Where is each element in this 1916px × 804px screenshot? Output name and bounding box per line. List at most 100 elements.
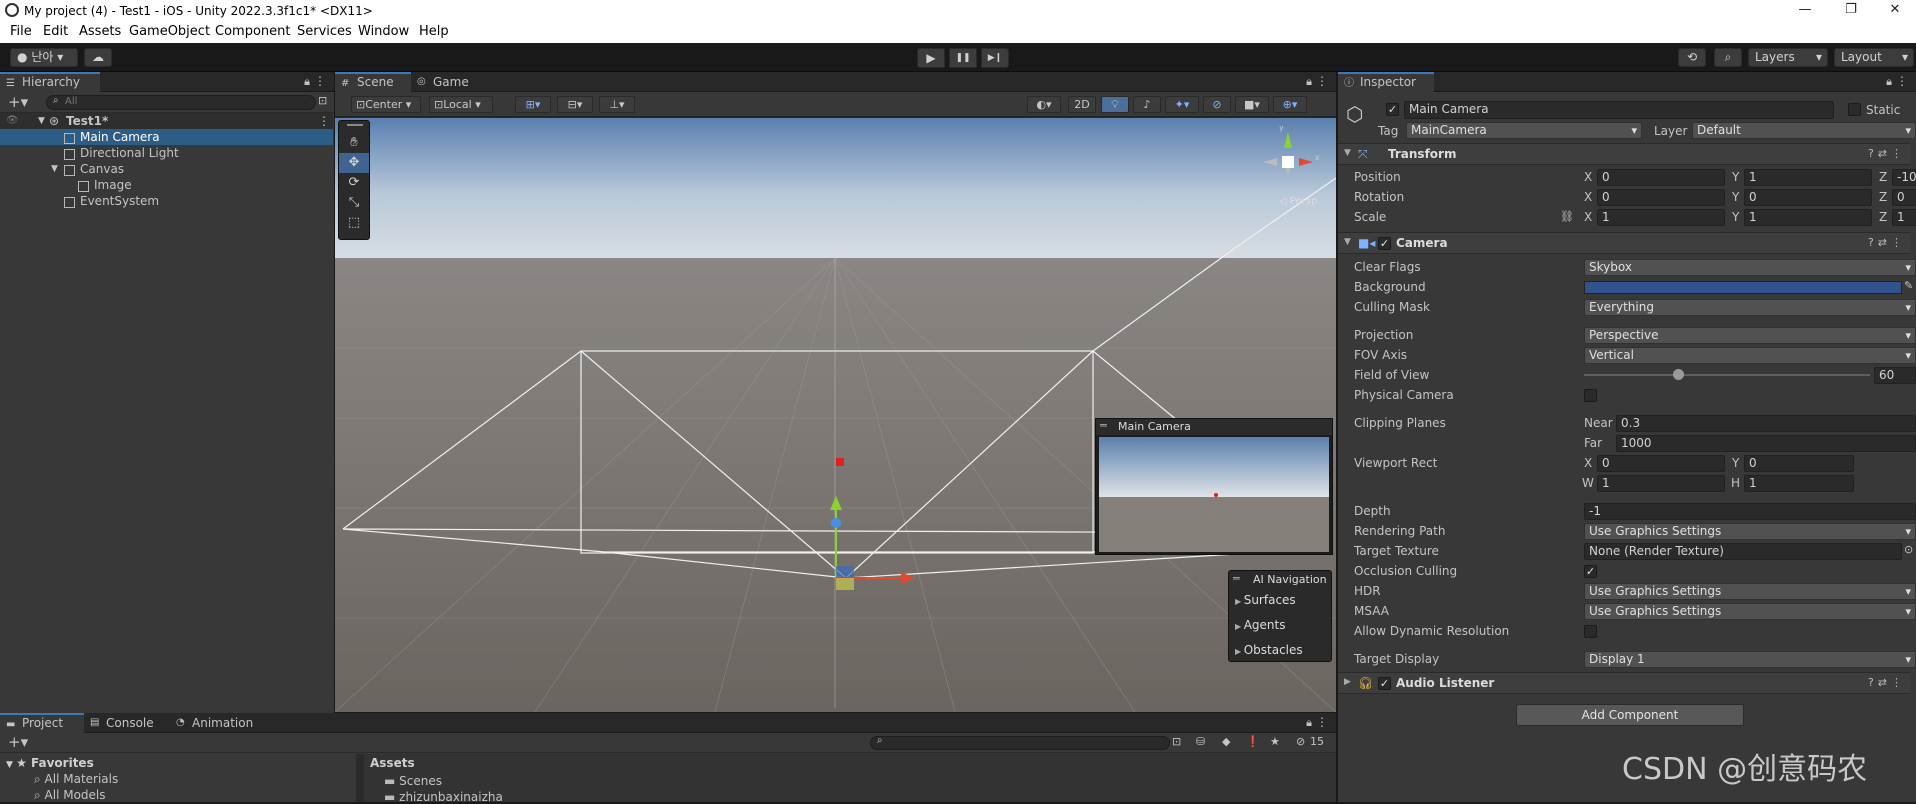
visibility-icon[interactable]: 👁︎ [6,113,19,129]
search-icon[interactable]: ⌕ [1714,48,1742,67]
fov-slider-track[interactable] [1584,374,1870,376]
menu-assets[interactable]: Assets [79,24,121,39]
physical-camera-checkbox[interactable] [1584,389,1597,402]
rotation-y-field[interactable]: 0 [1744,189,1872,206]
static-checkbox[interactable] [1848,103,1861,116]
hierarchy-item-canvas[interactable]: ▼ Canvas [0,161,333,177]
tab-animation[interactable]: ◔ Animation [170,713,266,733]
tab-console[interactable]: ▤ Console [84,713,170,733]
viewport-w-field[interactable]: 1 [1597,475,1725,492]
menu-component[interactable]: Component [215,24,290,39]
fov-axis-dropdown[interactable]: Vertical [1584,347,1916,364]
object-name-field[interactable]: Main Camera [1404,101,1834,119]
menu-help[interactable]: Help [419,24,449,39]
tag-icon[interactable]: ◆ [1222,735,1230,748]
audio-listener-checkbox[interactable]: ✓ [1378,677,1391,690]
add-component-button[interactable]: Add Component [1516,704,1744,726]
projection-dropdown[interactable]: Perspective [1584,327,1916,344]
ai-nav-item-surfaces[interactable]: ▶ Surfaces [1235,593,1296,607]
pivot-dropdown[interactable]: ⊡Center ▾ [351,96,421,113]
chevron-right-icon[interactable]: ▶ [1344,677,1351,687]
transform-tool-icon[interactable] [339,233,369,241]
hand-tool-icon[interactable]: ✋︎ [339,133,369,153]
minimize-button[interactable]: — [1782,0,1828,22]
account-dropdown[interactable]: ● 난아 ▾ [10,48,78,67]
far-field[interactable]: 1000 [1616,435,1916,452]
orientation-gizmo[interactable]: y x ◁ Persp [1255,123,1335,210]
viewport-h-field[interactable]: 1 [1744,475,1854,492]
gizmos-icon[interactable]: ⊕▾ [1273,96,1307,113]
menu-file[interactable]: File [10,24,32,39]
object-picker-icon[interactable]: ⊙ [1904,543,1913,556]
rotation-x-field[interactable]: 0 [1597,189,1725,206]
lock-icon[interactable]: 🔒︎ [1306,716,1312,730]
component-actions-icon[interactable]: ?⇄⋮ [1868,676,1906,689]
warning-filter-icon[interactable]: ❗ [1246,735,1260,748]
grid-visibility-icon[interactable]: ⊟▾ [557,96,593,113]
project-search-input[interactable]: ⌕ [870,735,1170,750]
fav-item-all-models[interactable]: ⌕ All Models [34,788,106,803]
mode-2d-button[interactable]: 2D [1068,96,1096,113]
menu-window[interactable]: Window [358,24,409,39]
space-dropdown[interactable]: ⊡Local ▾ [429,96,493,113]
search-by-type-icon[interactable]: ⊡ [1172,735,1181,748]
target-display-dropdown[interactable]: Display 1 [1584,651,1916,668]
scene-row[interactable]: 👁︎ ▼ ⊛ Test1* ⋮ [0,113,333,129]
layout-dropdown[interactable]: Layout ▾ [1834,48,1914,67]
eyedropper-icon[interactable]: ✎ [1904,279,1913,292]
layer-dropdown[interactable]: Default [1692,122,1916,139]
background-color-swatch[interactable] [1584,281,1902,294]
history-icon[interactable]: ⟲ [1678,48,1706,67]
search-by-label-icon[interactable]: ⛁ [1196,735,1205,748]
tab-scene[interactable]: # Scene [335,72,411,92]
camera-enabled-checkbox[interactable]: ✓ [1378,237,1391,250]
close-button[interactable]: ✕ [1872,0,1916,22]
occlusion-culling-checkbox[interactable]: ✓ [1584,565,1597,578]
step-button[interactable]: ▶❙ [981,48,1009,68]
fov-field[interactable]: 60 [1874,367,1916,384]
lighting-toggle-icon[interactable]: 💡︎ [1101,96,1129,113]
link-icon[interactable]: ⛓︎ [1560,210,1574,223]
chevron-down-icon[interactable]: ▼ [38,113,45,129]
lock-icon[interactable]: 🔒︎ [304,75,310,89]
persp-label[interactable]: ◁ Persp [1279,196,1317,207]
tag-dropdown[interactable]: MainCamera [1406,122,1642,139]
component-actions-icon[interactable]: ?⇄⋮ [1868,147,1906,160]
cloud-icon[interactable]: ☁ [84,48,112,67]
more-menu-icon[interactable]: ⋮ [314,74,326,88]
rotate-tool-icon[interactable]: ⟳ [339,173,369,193]
maximize-button[interactable]: ❐ [1828,0,1874,22]
scale-x-field[interactable]: 1 [1597,209,1725,226]
audio-listener-header[interactable]: ▶ 🎧︎ ✓ Audio Listener ?⇄⋮ [1338,672,1910,694]
more-menu-icon[interactable]: ⋮ [1316,74,1328,88]
chevron-down-icon[interactable]: ▼ [1344,237,1351,247]
assets-breadcrumb[interactable]: Assets [370,756,415,770]
fov-slider-thumb[interactable] [1673,369,1685,380]
active-checkbox[interactable]: ✓ [1386,103,1399,116]
layers-dropdown[interactable]: Layers ▾ [1748,48,1828,67]
viewport-x-field[interactable]: 0 [1597,455,1725,472]
tab-project[interactable]: ▬ Project [0,713,84,733]
menu-edit[interactable]: Edit [43,24,68,39]
effects-icon[interactable]: ✦▾ [1165,96,1199,113]
hidden-objects-icon[interactable]: ⊘ [1203,96,1231,113]
tab-hierarchy[interactable]: ☰ Hierarchy [0,72,100,92]
tab-game[interactable]: ◎ Game [411,72,481,92]
menu-gameobject[interactable]: GameObject [129,24,210,39]
scale-y-field[interactable]: 1 [1744,209,1872,226]
asset-folder-scenes[interactable]: ▬ Scenes [384,774,442,788]
scene-viewport[interactable]: ✋︎ ✥ ⟳ ⤡ ⬚ y x ◁ Persp ═ Main Camera ═ A… [335,118,1336,712]
more-menu-icon[interactable]: ⋮ [1316,715,1328,729]
rect-tool-icon[interactable]: ⬚ [339,213,369,233]
ai-nav-item-obstacles[interactable]: ▶ Obstacles [1235,643,1303,657]
msaa-dropdown[interactable]: Use Graphics Settings [1584,603,1916,620]
lock-icon[interactable]: 🔒︎ [1886,75,1892,89]
hierarchy-search-input[interactable]: ⌕ All [46,95,316,110]
rendering-path-dropdown[interactable]: Use Graphics Settings [1584,523,1916,540]
fav-item-all-materials[interactable]: ⌕ All Materials [34,772,118,787]
chevron-down-icon[interactable]: ▼ [51,161,58,177]
scene-menu-icon[interactable]: ⋮ [318,113,330,129]
add-icon[interactable]: +▾ [8,93,28,111]
camera-settings-icon[interactable]: ■▾ [1235,96,1269,113]
position-y-field[interactable]: 1 [1744,169,1872,186]
